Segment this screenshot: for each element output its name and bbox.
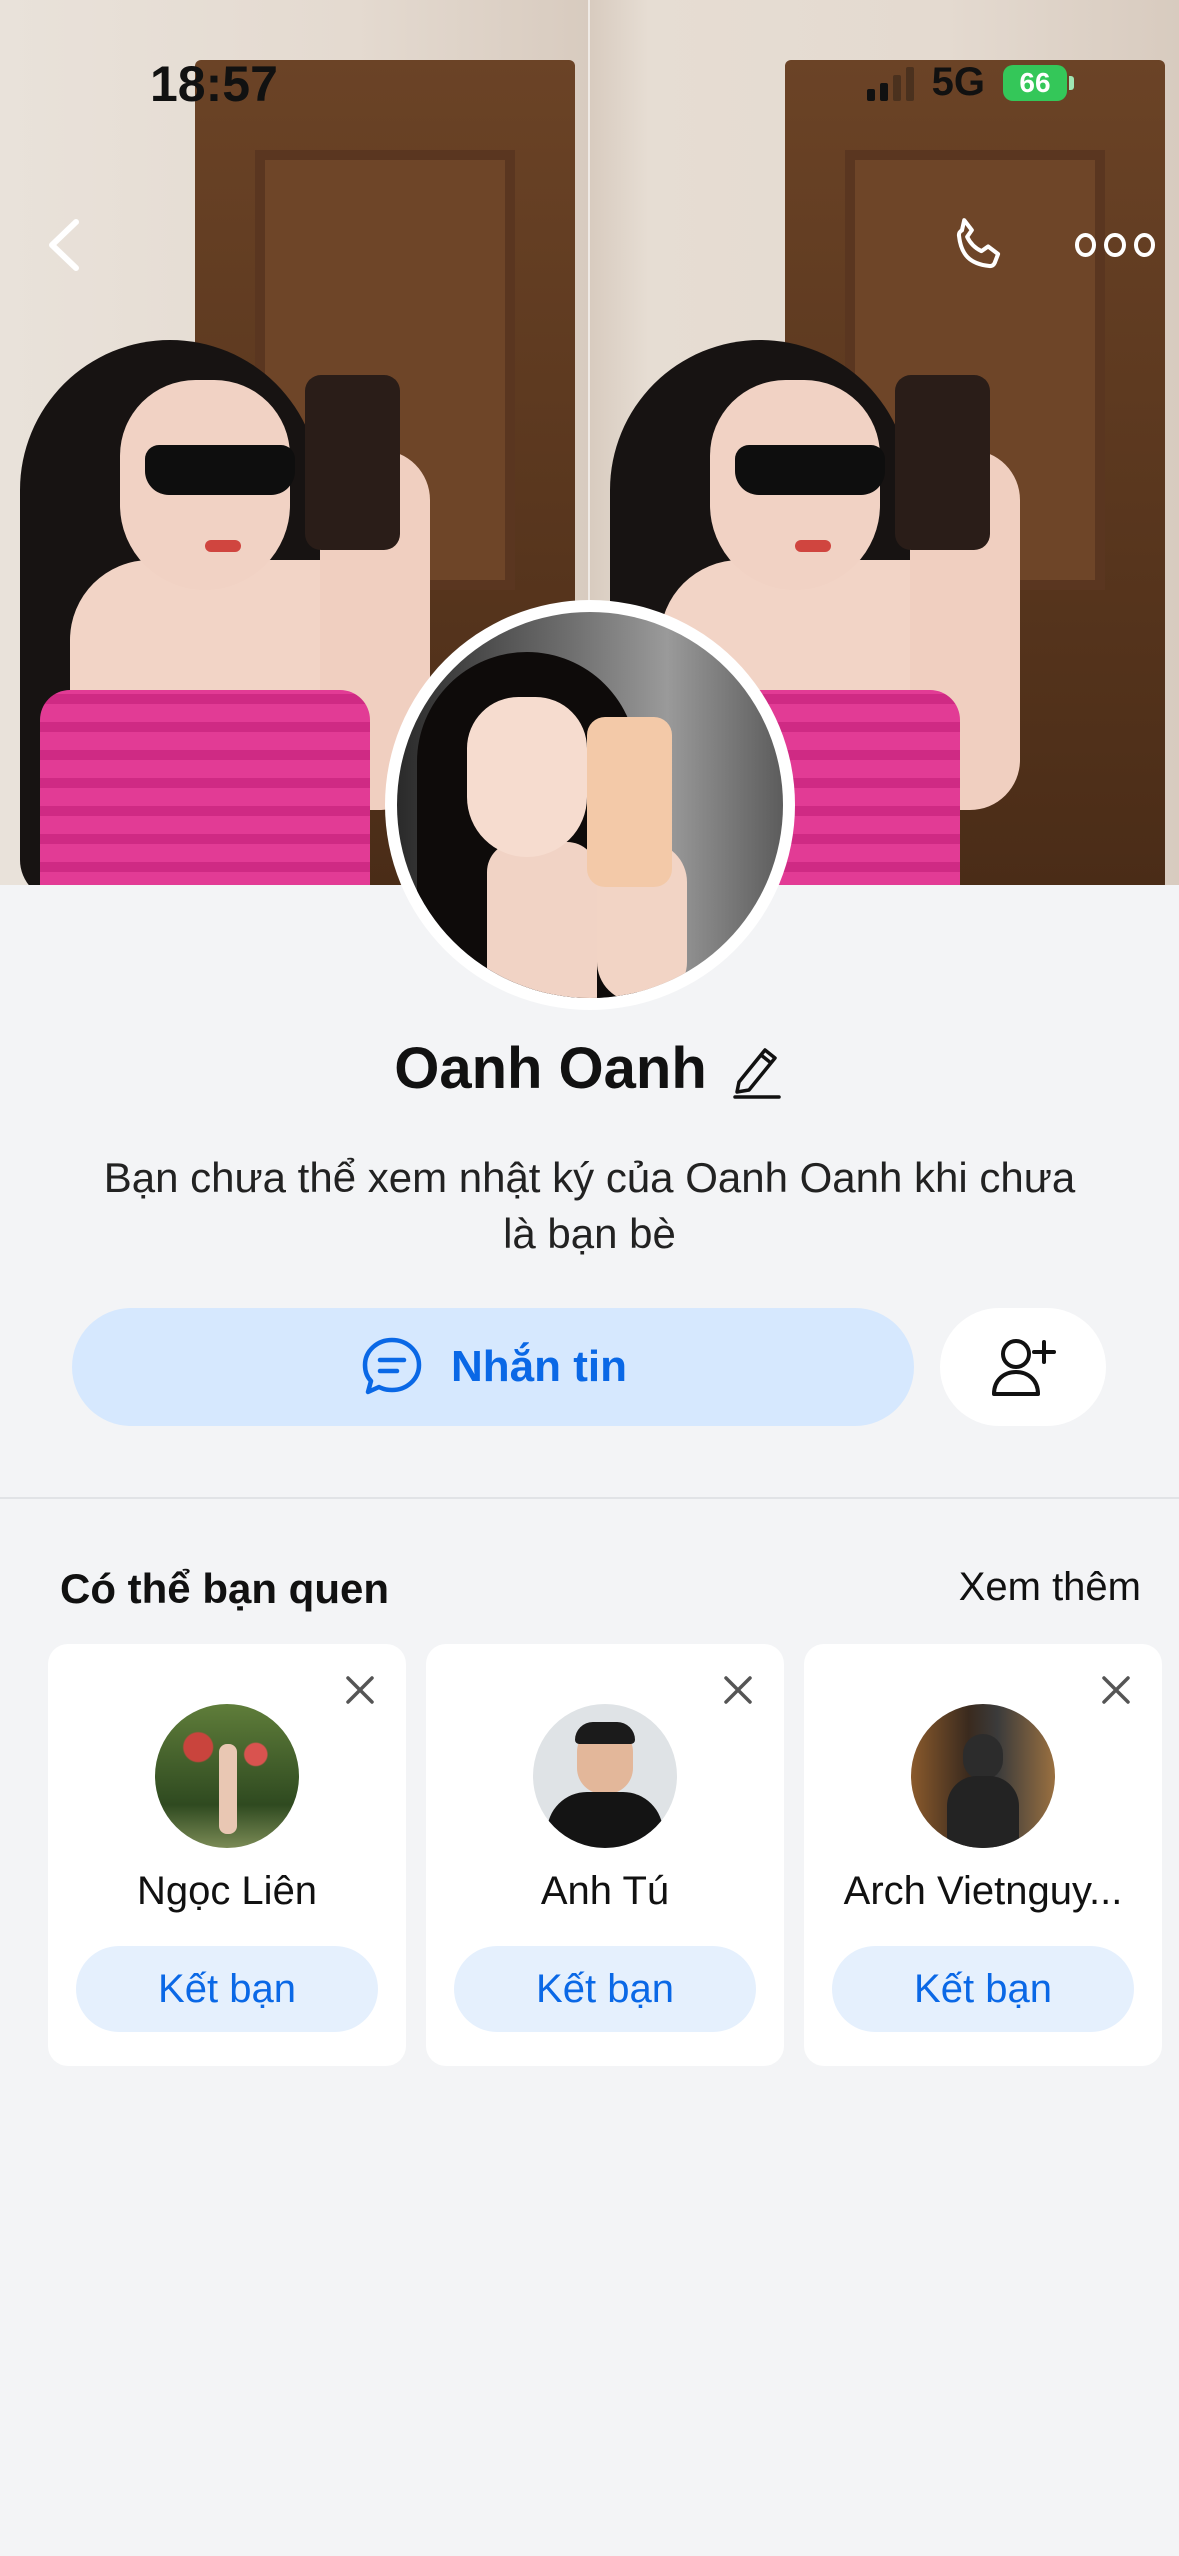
status-time: 18:57 [150,56,278,112]
suggestions-title: Có thể bạn quen [60,1565,389,1612]
suggestion-avatar[interactable] [155,1704,299,1848]
suggestion-avatar[interactable] [911,1704,1055,1848]
suggestion-card[interactable]: Ngọc Liên Kết bạn [48,1644,406,2066]
avatar[interactable] [385,600,795,1010]
back-button[interactable] [40,210,90,280]
suggestion-name: Anh Tú [540,1869,670,1913]
suggestion-card[interactable]: Anh Tú Kết bạn [426,1644,784,2066]
call-button[interactable] [945,210,1015,280]
suggestion-name: Ngọc Liên [136,1869,318,1913]
chat-bubble-icon [362,1337,422,1395]
battery-level: 66 [1019,66,1051,98]
add-friend-suggestion-button[interactable]: Kết bạn [76,1946,378,2032]
close-icon[interactable] [720,1672,756,1708]
more-options-button[interactable] [1075,220,1155,270]
close-icon[interactable] [342,1672,378,1708]
chevron-left-icon [49,219,79,271]
profile-name: Oanh Oanh [394,1036,707,1101]
network-type: 5G [931,60,985,104]
more-dots-icon [1075,233,1097,257]
suggestion-name: Arch Vietnguy... [843,1869,1123,1913]
add-friend-button[interactable] [940,1308,1106,1426]
phone-icon [956,218,1001,269]
close-icon[interactable] [1098,1672,1134,1708]
add-user-icon [992,1339,1056,1396]
add-friend-suggestion-button[interactable]: Kết bạn [454,1946,756,2032]
battery-icon: 66 [1003,64,1074,101]
message-button-label: Nhắn tin [451,1342,627,1391]
message-button[interactable]: Nhắn tin [72,1308,914,1426]
profile-name-row: Oanh Oanh [0,1035,1179,1102]
status-indicators: 5G 66 [866,60,1074,105]
add-friend-suggestion-button[interactable]: Kết bạn [832,1946,1134,2032]
signal-icon [866,65,914,101]
section-divider [0,1497,1179,1499]
pencil-icon[interactable] [729,1038,785,1100]
friend-restriction-note: Bạn chưa thể xem nhật ký của Oanh Oanh k… [103,1154,1076,1257]
see-more-link[interactable]: Xem thêm [959,1565,1141,1610]
suggestion-card[interactable]: Arch Vietnguy... Kết bạn [804,1644,1162,2066]
suggestion-avatar[interactable] [533,1704,677,1848]
